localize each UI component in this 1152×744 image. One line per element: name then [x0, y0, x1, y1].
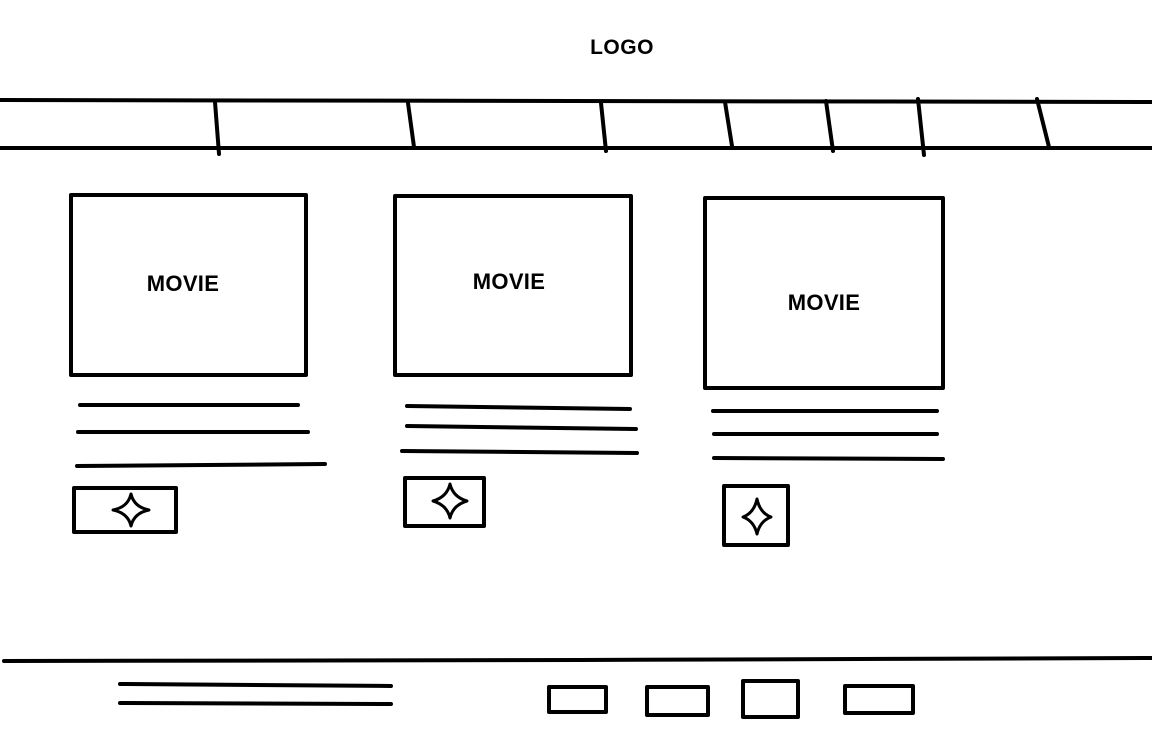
footer-button[interactable]	[741, 679, 800, 719]
nav-item-7[interactable]	[928, 104, 1040, 146]
movie-title: MOVIE	[146, 271, 220, 296]
star-icon	[111, 492, 151, 528]
nav-bar-top-line	[0, 98, 1152, 104]
nav-items	[4, 104, 1148, 146]
movie-card[interactable]	[393, 194, 639, 528]
footer-button[interactable]	[843, 684, 915, 715]
favorite-button[interactable]	[722, 484, 790, 547]
favorite-button[interactable]	[72, 486, 178, 534]
description-line	[405, 404, 632, 411]
nav-item-2[interactable]	[222, 104, 408, 146]
nav-item-4[interactable]	[610, 104, 726, 146]
nav-item-1[interactable]	[4, 104, 212, 146]
favorite-button[interactable]	[403, 476, 486, 528]
star-icon	[741, 497, 773, 536]
nav-item-3[interactable]	[416, 104, 602, 146]
nav-item-6[interactable]	[836, 104, 920, 146]
nav-item-5[interactable]	[736, 104, 828, 146]
footer-button[interactable]	[547, 685, 608, 714]
nav-item-8[interactable]	[1052, 104, 1148, 146]
movie-title: MOVIE	[787, 290, 861, 315]
footer-text-line	[118, 682, 393, 688]
movie-title: MOVIE	[472, 269, 546, 294]
description-line	[712, 456, 945, 461]
nav-divider	[406, 101, 416, 149]
movie-card[interactable]	[703, 196, 945, 547]
footer-top-line	[2, 656, 1152, 663]
description-line	[405, 424, 638, 431]
description-line	[75, 462, 327, 468]
nav-divider	[723, 100, 734, 148]
star-icon	[431, 482, 469, 520]
footer	[2, 656, 1152, 719]
footer-text-line	[118, 701, 393, 706]
footer-button[interactable]	[645, 685, 710, 717]
wireframe-sketch	[0, 97, 1152, 719]
description-line	[400, 449, 639, 455]
movie-card[interactable]	[69, 193, 327, 534]
